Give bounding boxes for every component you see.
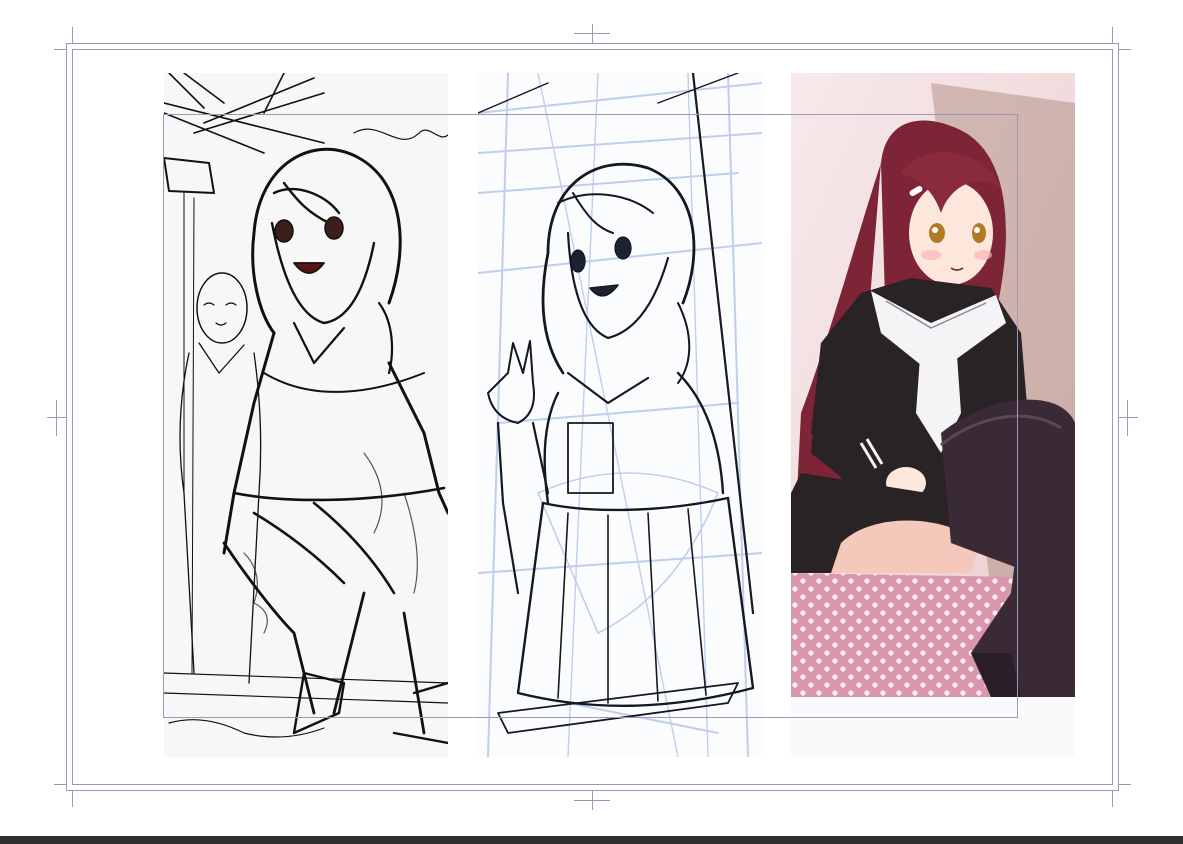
inner-frame-right: [1112, 49, 1113, 785]
inner-frame-bottom: [72, 784, 1113, 785]
inner-frame-top: [72, 49, 1113, 50]
corner-mark-br-v: [1112, 791, 1113, 807]
status-bar: [0, 836, 1183, 844]
final-illustration-panel: [791, 73, 1075, 697]
rough-sketch-panel: [164, 73, 448, 757]
corner-mark-tl-h: [54, 49, 66, 50]
final-illustration-drawing: [791, 73, 1075, 697]
corner-mark-tr-v: [1112, 27, 1113, 43]
line-art-panel: [478, 73, 762, 757]
panel-3-blank-strip: [791, 697, 1075, 757]
outer-frame-top: [66, 43, 1119, 44]
corner-mark-tr-h: [1119, 49, 1131, 50]
corner-mark-bl-h: [54, 784, 66, 785]
corner-mark-br-h: [1119, 784, 1131, 785]
rough-sketch-drawing: [164, 73, 448, 757]
outer-frame-left: [66, 43, 67, 791]
corner-mark-tl-v: [72, 27, 73, 43]
inner-frame-left: [72, 49, 73, 785]
canvas-area[interactable]: [0, 0, 1183, 836]
corner-mark-bl-v: [72, 791, 73, 807]
line-art-drawing: [478, 73, 762, 757]
